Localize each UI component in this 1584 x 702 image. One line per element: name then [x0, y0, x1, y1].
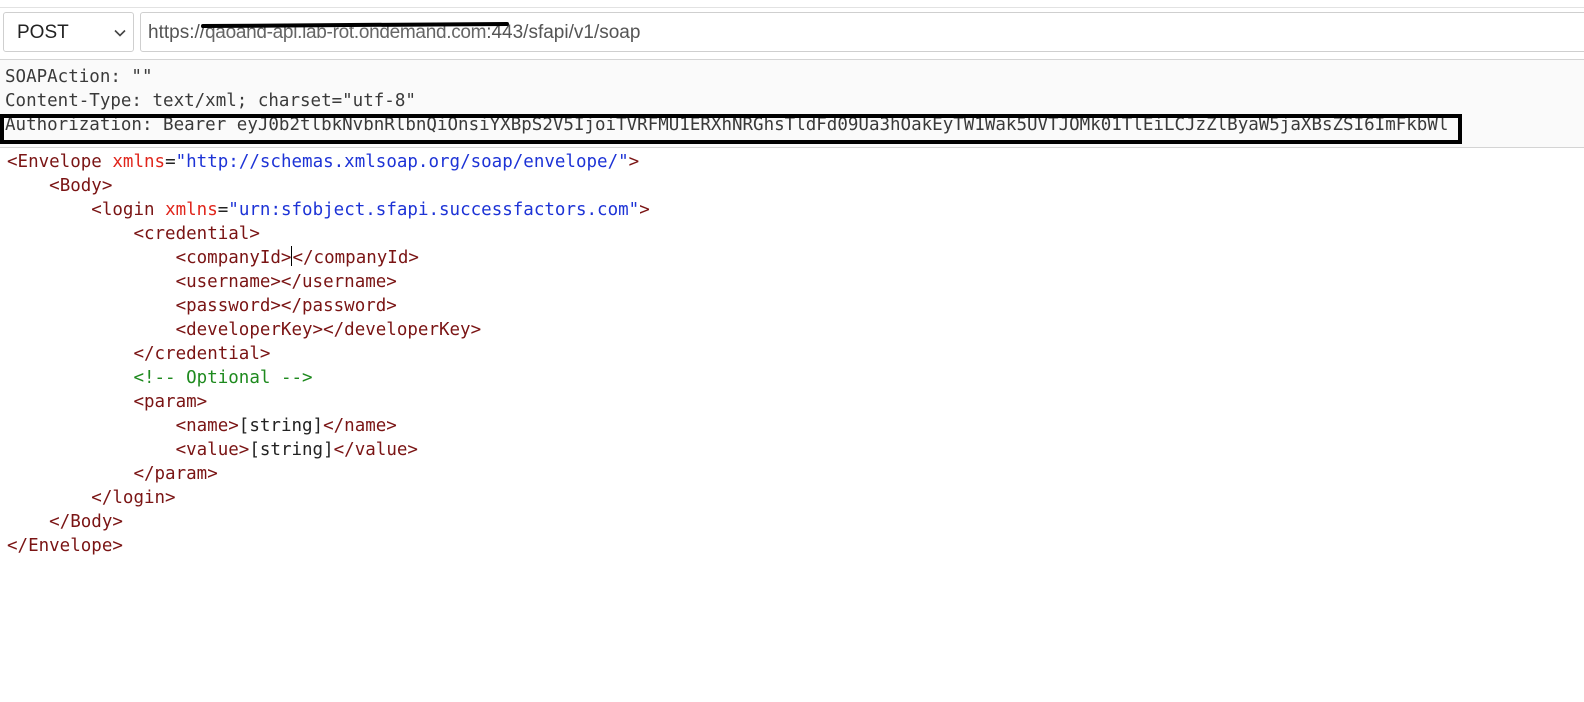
code-line-name: <name>[string]</name>: [7, 414, 397, 438]
header-soapaction: SOAPAction: "": [5, 67, 153, 87]
xml-tag: </credential>: [133, 344, 271, 364]
xml-tag: <credential>: [133, 224, 260, 244]
xml-tag: <developerKey></developerKey>: [175, 320, 482, 340]
code-line-developerkey: <developerKey></developerKey>: [7, 318, 482, 342]
url-scheme: https://: [148, 22, 206, 43]
code-line-envelope-close: </Envelope>: [7, 534, 123, 558]
code-line-param-open: <param>: [7, 390, 207, 414]
xml-gt: >: [628, 152, 640, 172]
xml-tag: </param>: [133, 464, 218, 484]
xml-text: [string]: [238, 416, 324, 436]
code-line-envelope-open: <Envelope xmlns="http://schemas.xmlsoap.…: [7, 150, 639, 174]
header-authorization: Authorization: Bearer eyJ0b2tlbkNvbnRlbn…: [5, 115, 1449, 135]
code-line-username: <username></username>: [7, 270, 397, 294]
xml-tag: <companyId>: [175, 248, 292, 268]
xml-tag: <name>: [175, 416, 239, 436]
xml-tag: </value>: [333, 440, 418, 460]
http-method-select[interactable]: POST: [3, 12, 134, 52]
code-line-comment: <!-- Optional -->: [7, 366, 313, 390]
xml-attr-value: "urn:sfobject.sfapi.successfactors.com": [228, 200, 640, 220]
xml-tag: <value>: [175, 440, 250, 460]
request-headers-editor[interactable]: SOAPAction: "" Content-Type: text/xml; c…: [0, 59, 1584, 148]
rest-client-window: POST https://qaoand-api.lab-rot.ondemand…: [0, 0, 1584, 702]
chevron-down-icon: [114, 29, 126, 37]
xml-tag: </companyId>: [292, 248, 419, 268]
code-line-body-close: </Body>: [7, 510, 123, 534]
xml-eq: =: [217, 200, 229, 220]
code-line-login-open: <login xmlns="urn:sfobject.sfapi.success…: [7, 198, 650, 222]
xml-tag: </Body>: [49, 512, 123, 532]
xml-tag: <param>: [133, 392, 208, 412]
top-divider: [0, 7, 1584, 8]
xml-gt: >: [639, 200, 650, 220]
xml-tag: </login>: [91, 488, 176, 508]
code-line-password: <password></password>: [7, 294, 397, 318]
xml-attr-value: "http://schemas.xmlsoap.org/soap/envelop…: [175, 152, 629, 172]
code-line-companyid: <companyId></companyId>: [7, 246, 419, 270]
xml-tag: </name>: [323, 416, 397, 436]
http-method-value: POST: [17, 22, 69, 43]
xml-tag: </Envelope>: [7, 536, 123, 556]
code-line-credential-close: </credential>: [7, 342, 270, 366]
xml-tag: <Envelope: [7, 152, 102, 172]
xml-tag: <password></password>: [175, 296, 397, 316]
code-line-value: <value>[string]</value>: [7, 438, 418, 462]
url-path: :443/sfapi/v1/soap: [486, 22, 641, 43]
code-line-login-close: </login>: [7, 486, 176, 510]
request-body-editor[interactable]: <Envelope xmlns="http://schemas.xmlsoap.…: [0, 150, 1584, 702]
code-line-param-close: </param>: [7, 462, 218, 486]
xml-tag: <login: [91, 200, 155, 220]
code-line-body-open: <Body>: [7, 174, 112, 198]
xml-tag: <Body>: [49, 176, 113, 196]
url-input[interactable]: https://qaoand-api.lab-rot.ondemand.com:…: [140, 12, 1584, 52]
code-line-credential-open: <credential>: [7, 222, 260, 246]
xml-comment: <!-- Optional -->: [133, 368, 313, 388]
xml-eq: =: [165, 152, 176, 172]
xml-attr: xmlns: [165, 200, 218, 220]
header-content-type: Content-Type: text/xml; charset="utf-8": [5, 91, 416, 111]
xml-text: [string]: [249, 440, 334, 460]
xml-attr: xmlns: [112, 152, 166, 172]
xml-tag: <username></username>: [175, 272, 397, 292]
